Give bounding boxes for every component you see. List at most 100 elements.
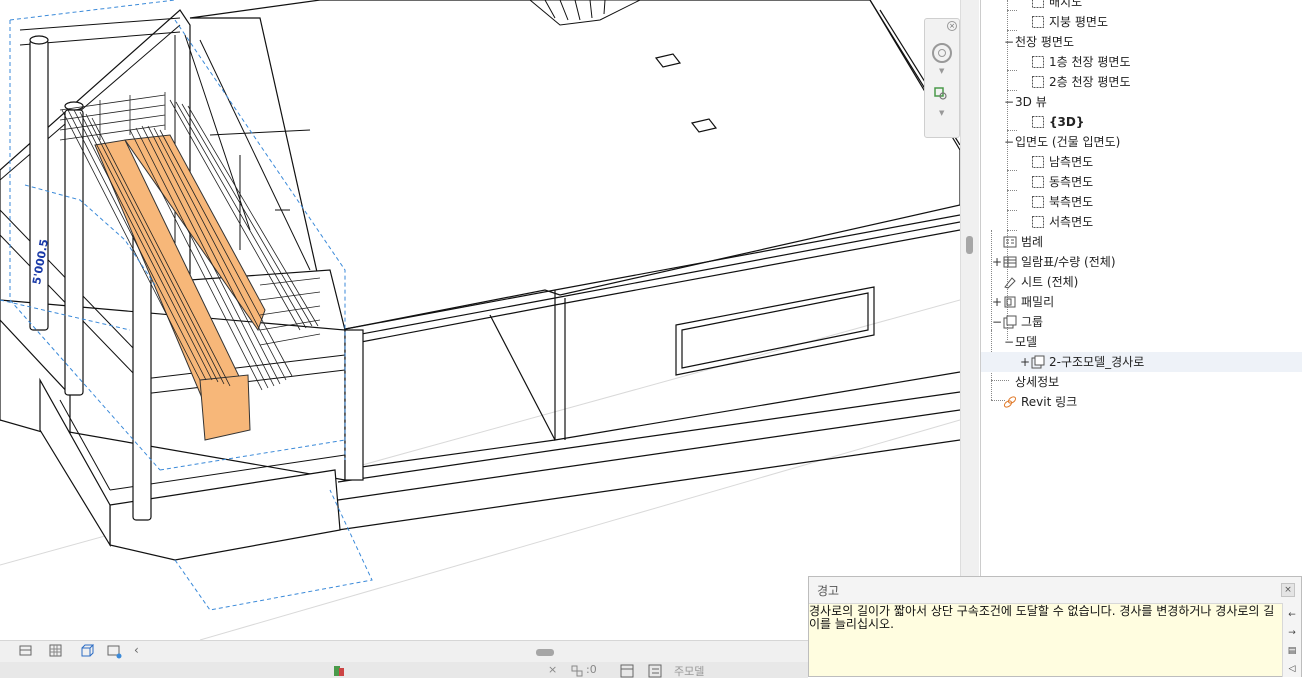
steering-wheel-icon[interactable] <box>932 43 952 63</box>
browser-item[interactable]: + 패밀리 <box>981 292 1302 312</box>
browser-item[interactable]: − 그룹 <box>981 312 1302 332</box>
warning-side-toolbar: ← → ▤ ◁ <box>1282 603 1301 677</box>
expand-icon[interactable]: + <box>1019 352 1031 372</box>
scrollbar-thumb[interactable] <box>536 649 554 656</box>
browser-item-label: 북측면도 <box>1049 195 1094 209</box>
browser-item-label: 상세정보 <box>1015 375 1060 389</box>
browser-item-label: 모델 <box>1015 335 1038 349</box>
browser-item-label: 입면도 (건물 입면도) <box>1015 135 1121 149</box>
browser-item-label: 범례 <box>1021 235 1044 249</box>
show-more-icon[interactable]: ▤ <box>1286 645 1298 657</box>
expand-icon[interactable]: + <box>991 292 1003 312</box>
browser-item-label: {3D} <box>1049 115 1085 129</box>
browser-item-label: 3D 뷰 <box>1015 95 1047 109</box>
browser-item[interactable]: Revit 링크 <box>981 392 1302 412</box>
view-icon <box>1031 195 1049 209</box>
view-control-bar: ‹ × :0 주모델 <box>0 640 808 678</box>
view-icon <box>1031 115 1049 129</box>
family-icon <box>1003 295 1021 309</box>
view-icon <box>1031 175 1049 189</box>
close-button[interactable]: × <box>1281 583 1295 597</box>
browser-item[interactable]: 1층 천장 평면도 <box>981 52 1302 72</box>
status-bar: × :0 주모델 <box>0 662 808 678</box>
browser-item[interactable]: {3D} <box>981 112 1302 132</box>
group-icon <box>1031 355 1049 369</box>
browser-item-label: 2-구조모델_경사로 <box>1049 355 1145 369</box>
browser-item-label: 시트 (전체) <box>1021 275 1079 289</box>
collapse-icon[interactable]: − <box>1003 92 1015 112</box>
browser-item-label: 배치도 <box>1049 0 1083 9</box>
browser-item[interactable]: 서측면도 <box>981 212 1302 232</box>
model-drawing: 5'000.5 <box>0 0 960 640</box>
chevron-left-icon[interactable]: ‹ <box>134 643 139 657</box>
browser-item[interactable]: −3D 뷰 <box>981 92 1302 112</box>
browser-item[interactable]: 북측면도 <box>981 192 1302 212</box>
design-options-icon[interactable] <box>648 664 662 678</box>
browser-item-label: 1층 천장 평면도 <box>1049 55 1131 69</box>
filter-icon[interactable] <box>570 664 584 678</box>
collapse-icon[interactable]: − <box>1003 132 1015 152</box>
model-icon[interactable] <box>620 664 634 678</box>
browser-item-label: 패밀리 <box>1021 295 1055 309</box>
browser-item[interactable]: −천장 평면도 <box>981 32 1302 52</box>
browser-item[interactable]: 범례 <box>981 232 1302 252</box>
browser-item[interactable]: + 일람표/수량 (전체) <box>981 252 1302 272</box>
horizontal-scrollbar[interactable]: ‹ <box>130 643 808 659</box>
visual-style-icon[interactable] <box>48 643 64 659</box>
legend-icon <box>1003 235 1021 249</box>
browser-item[interactable]: 배치도 <box>981 0 1302 12</box>
arrow-left-icon[interactable]: ← <box>1286 609 1298 621</box>
chevron-down-icon[interactable]: ▼ <box>939 109 944 117</box>
scrollbar-thumb[interactable] <box>966 236 973 254</box>
browser-item[interactable]: 동측면도 <box>981 172 1302 192</box>
link-icon <box>1003 395 1021 409</box>
view-icon <box>1031 55 1049 69</box>
browser-item-label: 2층 천장 평면도 <box>1049 75 1131 89</box>
browser-item-label: 지붕 평면도 <box>1049 15 1109 29</box>
close-icon[interactable]: × <box>947 21 957 31</box>
view-icon <box>1031 15 1049 29</box>
browser-item-label: 일람표/수량 (전체) <box>1021 255 1116 269</box>
cube-icon[interactable] <box>78 643 94 659</box>
3d-viewport[interactable]: 5'000.5 × ▼ ▼ <box>0 0 960 640</box>
view-icon <box>1031 0 1049 9</box>
browser-item[interactable]: 2층 천장 평면도 <box>981 72 1302 92</box>
filter-count: :0 <box>586 663 597 676</box>
warning-message: 경사로의 길이가 짧아서 상단 구속조건에 도달할 수 없습니다. 경사를 변경… <box>809 604 1275 631</box>
view-icon <box>1031 215 1049 229</box>
browser-item[interactable]: 시트 (전체) <box>981 272 1302 292</box>
browser-item-label: 그룹 <box>1021 315 1044 329</box>
browser-item[interactable]: −입면도 (건물 입면도) <box>981 132 1302 152</box>
browser-item-label: Revit 링크 <box>1021 395 1078 409</box>
collapse-icon[interactable]: − <box>1003 332 1015 352</box>
warning-title: 경고 <box>817 584 840 598</box>
view-icon <box>1031 155 1049 169</box>
project-browser[interactable]: 배치도 지붕 평면도 −천장 평면도 1층 천장 평면도 2층 천장 평면도 −3D 뷰{… <box>980 0 1302 580</box>
navigation-bar[interactable]: × ▼ ▼ <box>924 18 960 138</box>
arrow-right-icon[interactable]: → <box>1286 627 1298 639</box>
browser-item[interactable]: 상세정보 <box>981 372 1302 392</box>
browser-item[interactable]: −모델 <box>981 332 1302 352</box>
browser-item[interactable]: 지붕 평면도 <box>981 12 1302 32</box>
collapse-icon[interactable]: − <box>1003 32 1015 52</box>
detail-level-icon[interactable] <box>18 643 34 659</box>
browser-item-label: 남측면도 <box>1049 155 1094 169</box>
browser-item-label: 동측면도 <box>1049 175 1094 189</box>
browser-item-label: 천장 평면도 <box>1015 35 1075 49</box>
warning-title-bar: 경고 × <box>809 577 1301 604</box>
speaker-icon[interactable]: ◁ <box>1286 663 1298 675</box>
browser-item[interactable]: 남측면도 <box>981 152 1302 172</box>
view-icon <box>1031 75 1049 89</box>
expand-icon[interactable]: + <box>991 252 1003 272</box>
chevron-down-icon[interactable]: ▼ <box>939 67 944 75</box>
zoom-icon[interactable] <box>934 87 948 101</box>
viewport-scrollbar[interactable] <box>960 0 979 640</box>
browser-item[interactable]: +2-구조모델_경사로 <box>981 352 1302 372</box>
browser-item-label: 서측면도 <box>1049 215 1094 229</box>
crop-view-icon[interactable] <box>106 643 122 659</box>
collapse-icon[interactable]: − <box>991 312 1003 332</box>
warning-dialog: 경고 × 경사로의 길이가 짧아서 상단 구속조건에 도달할 수 없습니다. 경… <box>808 576 1302 677</box>
worksets-icon[interactable] <box>332 664 346 678</box>
schedule-icon <box>1003 255 1021 269</box>
close-icon[interactable]: × <box>548 663 557 676</box>
